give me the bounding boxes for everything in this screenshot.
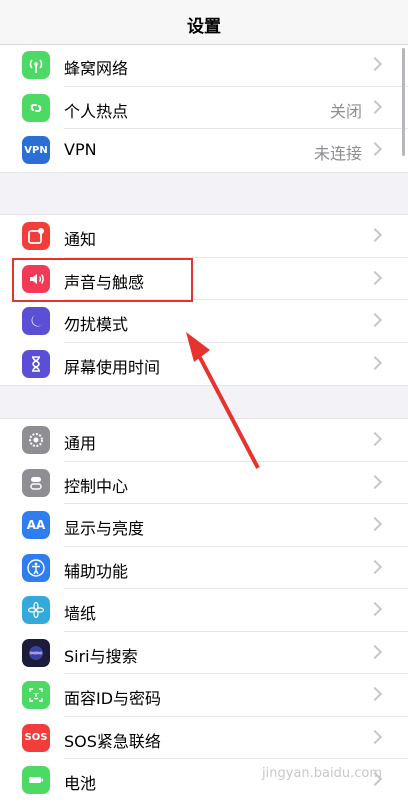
text-size-icon: AA <box>22 511 50 539</box>
chevron-right-icon <box>367 644 383 659</box>
chevron-right-icon <box>367 474 383 489</box>
chevron-right-icon <box>367 431 383 447</box>
settings-row-wallpaper[interactable]: 墙纸 <box>0 589 408 632</box>
settings-row-face-id[interactable]: 面容ID与密码 <box>0 674 408 717</box>
row-label: 面容ID与密码 <box>64 689 162 708</box>
network-group: 蜂窝网络 个人热点 关闭 VPN VPN 未连接 <box>0 16 408 173</box>
row-label: VPN <box>64 140 97 159</box>
toggles-icon <box>22 468 50 497</box>
scrollbar[interactable] <box>402 48 405 156</box>
chevron-right-icon <box>367 56 383 72</box>
row-label: 控制中心 <box>64 476 129 496</box>
chevron-right-icon <box>367 601 383 617</box>
row-label: 显示与亮度 <box>64 519 145 538</box>
antenna-icon <box>22 51 50 79</box>
nav-bar: 设置 <box>0 0 408 45</box>
row-label: 个人热点 <box>64 101 129 121</box>
highlight-box <box>12 258 193 302</box>
battery-icon <box>22 766 50 794</box>
row-label: 屏幕使用时间 <box>64 357 161 377</box>
settings-row-cellular[interactable]: 蜂窝网络 <box>0 44 408 87</box>
flower-icon <box>22 596 50 624</box>
settings-row-general[interactable]: 通用 <box>0 419 408 462</box>
chevron-right-icon <box>367 99 383 114</box>
accessibility-icon <box>22 553 50 582</box>
row-label: 蜂窝网络 <box>64 59 129 78</box>
chevron-right-icon <box>367 559 383 574</box>
settings-row-display[interactable]: AA 显示与亮度 <box>0 504 408 547</box>
notification-icon <box>22 222 50 250</box>
row-label: 通用 <box>64 434 97 453</box>
sos-icon: SOS <box>22 723 50 752</box>
row-label: 墙纸 <box>64 604 97 623</box>
row-value: 关闭 <box>329 101 362 121</box>
row-label: 辅助功能 <box>64 561 129 581</box>
settings-row-accessibility[interactable]: 辅助功能 <box>0 547 408 589</box>
hotspot-link-icon <box>22 93 50 122</box>
page-title: 设置 <box>187 17 221 37</box>
chevron-right-icon <box>367 729 383 744</box>
row-value: 未连接 <box>313 144 362 163</box>
chevron-right-icon <box>367 227 383 243</box>
chevron-right-icon <box>367 141 383 157</box>
chevron-right-icon <box>367 355 383 370</box>
settings-row-vpn[interactable]: VPN VPN 未连接 <box>0 129 408 172</box>
moon-icon <box>22 307 50 335</box>
settings-row-sos[interactable]: SOS SOS紧急联络 <box>0 717 408 759</box>
general-group: 通用 控制中心 AA 显示与亮度 辅助功能 墙纸 Siri与搜索 面容ID与密码… <box>0 418 408 802</box>
row-label: 电池 <box>64 774 97 793</box>
face-id-icon <box>22 681 50 709</box>
settings-row-siri[interactable]: Siri与搜索 <box>0 632 408 674</box>
gear-icon <box>22 426 50 454</box>
siri-icon <box>22 638 50 667</box>
row-label: 通知 <box>64 230 97 249</box>
settings-row-control-center[interactable]: 控制中心 <box>0 462 408 504</box>
chevron-right-icon <box>367 270 383 285</box>
vpn-icon: VPN <box>22 136 50 164</box>
row-label: 勿扰模式 <box>64 315 129 334</box>
chevron-right-icon <box>367 686 383 702</box>
settings-row-notifications[interactable]: 通知 <box>0 215 408 258</box>
settings-row-hotspot[interactable]: 个人热点 关闭 <box>0 87 408 129</box>
chevron-right-icon <box>367 312 383 328</box>
row-label: SOS紧急联络 <box>64 731 161 751</box>
watermark: jingyan.baidu.com <box>262 766 382 781</box>
hourglass-icon <box>22 349 50 378</box>
row-label: Siri与搜索 <box>64 646 138 666</box>
settings-row-screen-time[interactable]: 屏幕使用时间 <box>0 343 408 386</box>
settings-row-do-not-disturb[interactable]: 勿扰模式 <box>0 300 408 343</box>
chevron-right-icon <box>367 516 383 532</box>
